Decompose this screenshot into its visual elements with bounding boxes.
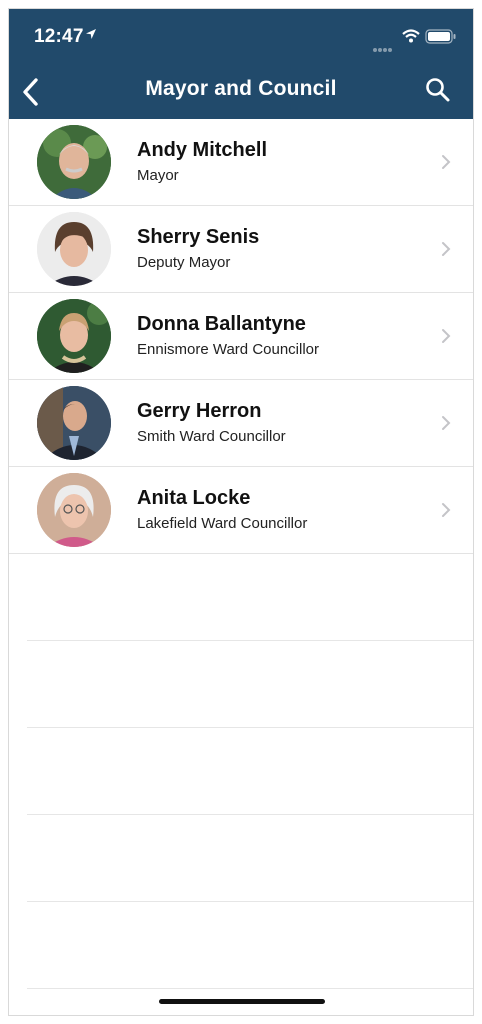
list-item-donna-ballantyne[interactable]: Donna Ballantyne Ennismore Ward Councill… xyxy=(9,293,473,380)
avatar xyxy=(37,473,111,547)
list-item-gerry-herron[interactable]: Gerry Herron Smith Ward Councillor xyxy=(9,380,473,467)
member-role: Ennismore Ward Councillor xyxy=(137,341,320,358)
empty-row-separator xyxy=(27,641,473,728)
chevron-right-icon xyxy=(442,329,451,343)
location-arrow-icon xyxy=(86,29,96,39)
empty-row-separator xyxy=(27,554,473,641)
avatar xyxy=(37,125,111,199)
member-name: Sherry Senis xyxy=(137,226,260,248)
empty-row-separator xyxy=(27,902,473,989)
status-time: 12:47 xyxy=(34,26,84,47)
list-item-sherry-senis[interactable]: Sherry Senis Deputy Mayor xyxy=(9,206,473,293)
member-name: Gerry Herron xyxy=(137,400,262,422)
avatar xyxy=(37,386,111,460)
member-role: Deputy Mayor xyxy=(137,254,231,271)
member-role: Mayor xyxy=(137,167,179,184)
page-title: Mayor and Council xyxy=(145,77,337,100)
empty-row-separator xyxy=(27,728,473,815)
empty-row-separator xyxy=(27,815,473,902)
home-indicator[interactable] xyxy=(159,999,325,1004)
member-role: Lakefield Ward Councillor xyxy=(137,515,308,532)
wifi-icon xyxy=(402,29,420,43)
council-list: Andy Mitchell Mayor Sherry Senis Deputy … xyxy=(9,119,473,989)
member-name: Anita Locke xyxy=(137,487,251,509)
member-role: Smith Ward Councillor xyxy=(137,428,286,445)
chevron-right-icon xyxy=(442,503,451,517)
chevron-right-icon xyxy=(442,155,451,169)
nav-header: 12:47 Mayor and Council xyxy=(9,9,473,119)
avatar xyxy=(37,212,111,286)
battery-icon xyxy=(425,29,456,44)
avatar xyxy=(37,299,111,373)
cellular-signal-icon xyxy=(373,39,393,57)
list-item-andy-mitchell[interactable]: Andy Mitchell Mayor xyxy=(9,119,473,206)
list-item-anita-locke[interactable]: Anita Locke Lakefield Ward Councillor xyxy=(9,467,473,554)
chevron-right-icon xyxy=(442,242,451,256)
chevron-right-icon xyxy=(442,416,451,430)
member-name: Donna Ballantyne xyxy=(137,313,306,335)
phone-screen: 12:47 Mayor and Council Andy Mitchell Ma… xyxy=(8,8,474,1016)
member-name: Andy Mitchell xyxy=(137,139,268,161)
search-icon[interactable] xyxy=(425,77,451,103)
